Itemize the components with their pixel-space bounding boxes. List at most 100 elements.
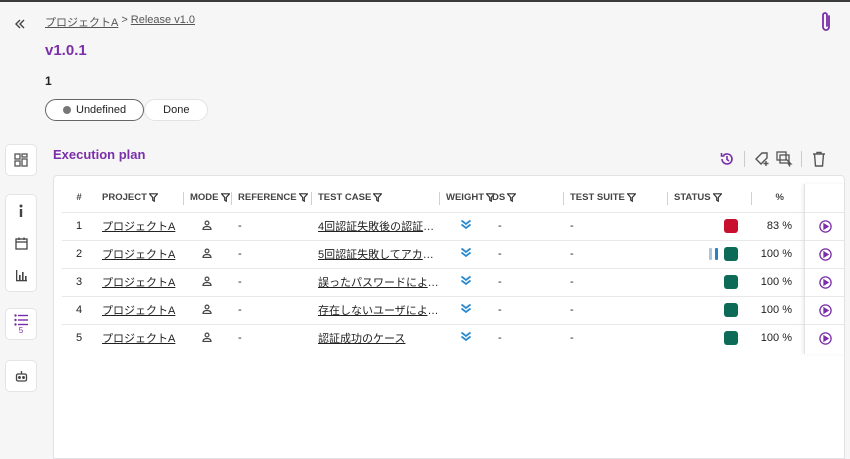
status-square[interactable] <box>724 247 738 261</box>
row-number: 4 <box>62 295 96 324</box>
bar-chart-icon <box>15 269 27 281</box>
manual-user-icon <box>202 332 212 342</box>
project-link[interactable]: プロジェクトA <box>102 249 175 261</box>
status-done-button[interactable]: Done <box>144 99 209 121</box>
project-link[interactable]: プロジェクトA <box>102 277 175 289</box>
filter-icon[interactable] <box>626 193 636 203</box>
test-list-button[interactable]: 5 <box>5 308 37 340</box>
status-square[interactable] <box>724 303 738 317</box>
table-row[interactable]: 5 プロジェクトA - 認証成功のケース - - 100 % <box>62 323 804 352</box>
column-header-percent: % <box>775 192 784 204</box>
automation-button[interactable] <box>5 360 37 392</box>
select-button[interactable] <box>773 148 795 170</box>
project-link[interactable]: プロジェクトA <box>102 305 175 317</box>
column-header-mode[interactable]: MODE <box>184 184 232 212</box>
history-bar <box>709 248 712 260</box>
dashboard-grid-icon <box>14 153 28 167</box>
row-test-suite: - <box>564 295 668 324</box>
column-header-num: # <box>76 192 82 204</box>
column-header-test-suite[interactable]: TEST SUITE <box>564 184 668 212</box>
breadcrumb-separator: > <box>121 14 128 26</box>
column-header-weight[interactable]: WEIGHT <box>440 184 495 212</box>
test-case-link[interactable]: 存在しないユーザによる認証失敗 <box>318 305 440 317</box>
toolbar <box>716 148 830 170</box>
play-circle-icon[interactable] <box>819 220 832 233</box>
project-link[interactable]: プロジェクトA <box>102 333 175 345</box>
play-circle-icon[interactable] <box>819 276 832 289</box>
overview-button[interactable] <box>5 144 37 176</box>
row-number: 3 <box>62 267 96 296</box>
run-cell <box>805 324 844 352</box>
project-link[interactable]: プロジェクトA <box>102 221 175 233</box>
column-header-test-case[interactable]: TEST CASE <box>312 184 440 212</box>
table-row[interactable]: 4 プロジェクトA - 存在しないユーザによる認証失敗 - - 100 % <box>62 295 804 324</box>
trash-icon <box>813 151 825 167</box>
calendar-button[interactable] <box>6 227 36 259</box>
status-toggle: Undefined Done <box>45 99 209 121</box>
test-case-link[interactable]: 認証成功のケース <box>318 333 405 345</box>
section-title: Execution plan <box>53 147 146 162</box>
row-percent: 100 % <box>752 323 804 352</box>
table-row[interactable]: 2 プロジェクトA - 5回認証失敗してアカウントロック - - 100 % <box>62 239 804 268</box>
filter-icon[interactable] <box>507 193 517 203</box>
add-tag-button[interactable] <box>751 148 773 170</box>
row-ds: - <box>492 239 564 268</box>
history-button[interactable] <box>716 148 738 170</box>
breadcrumb-release-link[interactable]: Release v1.0 <box>131 14 195 30</box>
play-circle-icon[interactable] <box>819 332 832 345</box>
delete-button[interactable] <box>808 148 830 170</box>
status-square[interactable] <box>724 275 738 289</box>
list-icon <box>14 313 28 326</box>
row-reference: - <box>232 267 312 296</box>
play-circle-icon[interactable] <box>819 248 832 261</box>
filter-icon[interactable] <box>373 193 383 203</box>
row-mode <box>184 239 232 268</box>
collapse-sidebar-button[interactable] <box>10 14 30 34</box>
play-circle-icon[interactable] <box>819 304 832 317</box>
calendar-icon <box>14 237 28 250</box>
version-number: 1 <box>45 74 52 88</box>
test-case-link[interactable]: 5回認証失敗してアカウントロック <box>318 249 440 261</box>
page-title: v1.0.1 <box>45 42 87 59</box>
row-project: プロジェクトA <box>96 239 184 268</box>
paperclip-icon[interactable] <box>815 10 837 34</box>
double-chevron-down-icon <box>460 332 472 342</box>
row-status <box>668 267 752 296</box>
row-reference: - <box>232 211 312 240</box>
row-ds: - <box>492 323 564 352</box>
row-number: 5 <box>62 323 96 352</box>
manual-user-icon <box>202 304 212 314</box>
double-chevron-left-icon <box>15 19 25 29</box>
statistics-button[interactable] <box>6 259 36 291</box>
column-header-ds[interactable]: DS <box>492 184 564 212</box>
table-row[interactable]: 3 プロジェクトA - 誤ったパスワードによる認証失敗 - - 100 % <box>62 267 804 296</box>
breadcrumb-project-link[interactable]: プロジェクトA <box>45 14 118 30</box>
filter-icon[interactable] <box>220 193 230 203</box>
filter-icon[interactable] <box>148 193 158 203</box>
test-list-count: 5 <box>18 325 24 335</box>
column-header-project[interactable]: PROJECT <box>96 184 184 212</box>
row-ds: - <box>492 267 564 296</box>
row-weight <box>440 295 492 324</box>
row-status <box>668 323 752 352</box>
info-button[interactable] <box>6 195 36 227</box>
column-header-status[interactable]: STATUS <box>668 184 752 212</box>
column-header-reference[interactable]: REFERENCE <box>232 184 312 212</box>
row-mode <box>184 323 232 352</box>
filter-icon[interactable] <box>298 193 308 203</box>
manual-user-icon <box>202 220 212 230</box>
toolbar-divider <box>744 151 745 167</box>
test-case-link[interactable]: 誤ったパスワードによる認証失敗 <box>318 277 440 289</box>
double-chevron-down-icon <box>460 219 472 230</box>
status-square[interactable] <box>724 331 738 346</box>
run-cell <box>805 212 844 240</box>
row-percent: 100 % <box>752 267 804 296</box>
status-undefined-button[interactable]: Undefined <box>45 99 145 121</box>
row-project: プロジェクトA <box>96 295 184 324</box>
test-case-link[interactable]: 4回認証失敗後の認証成功のケース <box>318 221 440 233</box>
status-square[interactable] <box>724 219 738 233</box>
row-number: 2 <box>62 239 96 268</box>
table-row[interactable]: 1 プロジェクトA - 4回認証失敗後の認証成功のケース - - 83 % <box>62 211 804 240</box>
row-test-case: 認証成功のケース <box>312 323 440 352</box>
filter-icon[interactable] <box>712 193 722 203</box>
